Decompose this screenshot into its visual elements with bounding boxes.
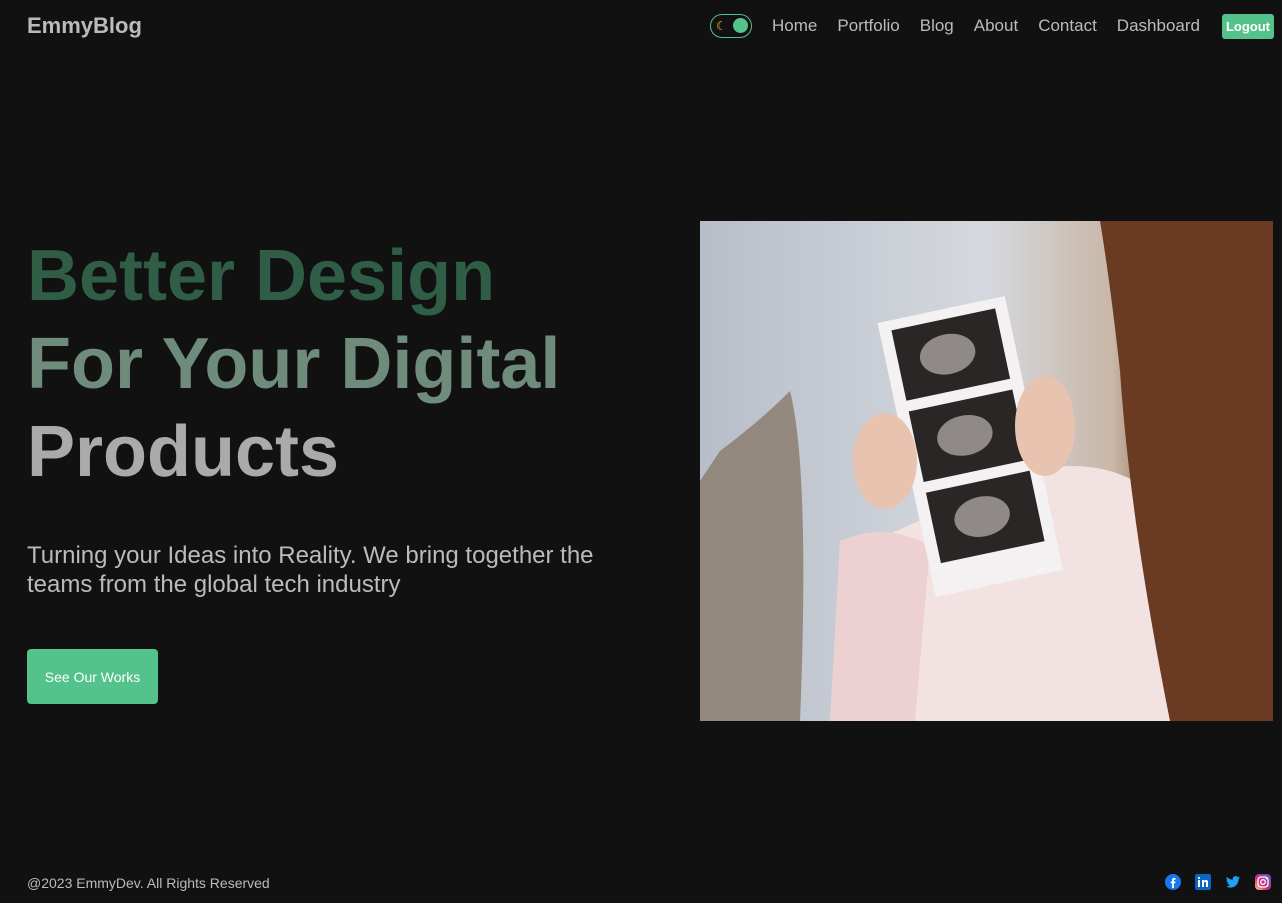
- nav-link-portfolio[interactable]: Portfolio: [837, 16, 899, 36]
- hero-description: Turning your Ideas into Reality. We brin…: [27, 542, 594, 598]
- hero-title-line-3: Products: [27, 412, 340, 492]
- nav-link-blog[interactable]: Blog: [920, 16, 954, 36]
- hero-title-line-1: Better Design: [27, 236, 496, 316]
- nav-link-contact[interactable]: Contact: [1038, 16, 1097, 36]
- nav-link-home[interactable]: Home: [772, 16, 817, 36]
- see-our-works-button[interactable]: See Our Works: [27, 649, 158, 704]
- footer-copyright: @2023 EmmyDev. All Rights Reserved: [27, 875, 270, 891]
- theme-toggle[interactable]: ☾: [710, 14, 752, 38]
- nav-link-about[interactable]: About: [974, 16, 1018, 36]
- hero-title: Better Design For Your Digital Products: [27, 232, 647, 496]
- nav-link-dashboard[interactable]: Dashboard: [1117, 16, 1200, 36]
- twitter-icon[interactable]: [1225, 874, 1241, 890]
- facebook-icon[interactable]: [1165, 874, 1181, 890]
- instagram-icon[interactable]: [1255, 874, 1271, 890]
- linkedin-icon[interactable]: [1195, 874, 1211, 890]
- hero-photo-illustration: [700, 221, 1273, 721]
- navbar: EmmyBlog ☾ Home Portfolio Blog About Con…: [0, 0, 1282, 53]
- moon-icon: ☾: [716, 19, 727, 33]
- hero-image: [700, 221, 1273, 721]
- hero-title-line-2: For Your Digital: [27, 324, 561, 404]
- social-links: [1165, 874, 1271, 890]
- logout-button[interactable]: Logout: [1222, 14, 1274, 39]
- site-logo[interactable]: EmmyBlog: [27, 13, 142, 39]
- nav-links: Home Portfolio Blog About Contact Dashbo…: [772, 16, 1200, 36]
- toggle-knob: [733, 18, 748, 33]
